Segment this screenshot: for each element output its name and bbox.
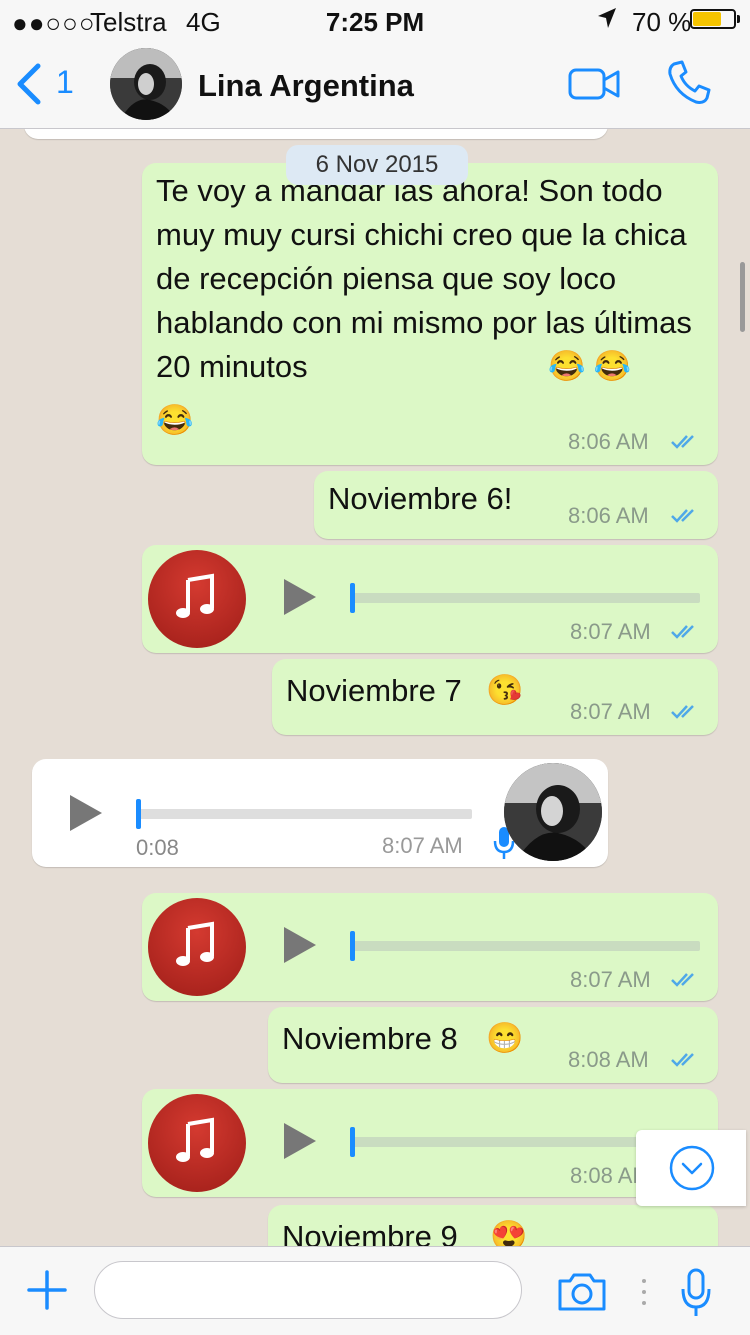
- music-note-icon: [148, 898, 246, 996]
- back-chevron-icon[interactable]: [14, 62, 44, 111]
- message-emoji-2: 😂: [156, 404, 194, 437]
- play-button[interactable]: [284, 579, 316, 615]
- message-time: 8:07 AM: [382, 833, 463, 858]
- battery-cap: [737, 15, 740, 23]
- music-note-icon: [148, 1094, 246, 1192]
- music-note-icon: [148, 550, 246, 648]
- read-ticks-icon: [671, 705, 694, 719]
- play-button[interactable]: [70, 795, 102, 831]
- status-bar: ●●○○○ Telstra 4G 7:25 PM 70 %: [0, 0, 750, 40]
- scroll-indicator: [740, 262, 745, 332]
- audio-message-bubble[interactable]: 8:07 AM: [142, 893, 718, 1001]
- chevron-down-icon: [669, 1145, 715, 1191]
- voice-duration: 0:08: [136, 835, 179, 860]
- message-bubble-outgoing[interactable]: Te voy a mandar las ahora! Son todo muy …: [142, 163, 718, 465]
- message-bubble-outgoing[interactable]: Noviembre 7 😘 8:07 AM: [272, 659, 718, 735]
- message-text: Noviembre 7: [286, 673, 462, 708]
- message-time: 8:06 AM: [568, 429, 649, 454]
- message-text: Noviembre 6!: [328, 481, 513, 516]
- sender-avatar: [504, 763, 602, 861]
- audio-message-bubble[interactable]: 8:08 AM: [142, 1089, 718, 1197]
- composer-bar: [0, 1246, 750, 1335]
- audio-progress-track[interactable]: [136, 809, 472, 819]
- message-bubble-outgoing[interactable]: Noviembre 9 😍: [268, 1205, 718, 1246]
- voice-call-icon[interactable]: [664, 58, 714, 113]
- read-ticks-icon: [671, 435, 694, 449]
- read-ticks-icon: [671, 625, 694, 639]
- previous-message-bubble: [24, 129, 608, 139]
- message-emoji: 😂 😂: [548, 350, 632, 383]
- message-time: 8:07 AM: [570, 699, 651, 724]
- chat-area[interactable]: Te voy a mandar las ahora! Son todo muy …: [0, 129, 750, 1246]
- audio-progress-track[interactable]: [350, 593, 700, 603]
- contact-avatar[interactable]: [110, 48, 182, 120]
- separator-dots: [640, 1277, 648, 1312]
- read-ticks-icon: [671, 509, 694, 523]
- audio-scrubber[interactable]: [350, 931, 355, 961]
- contact-name[interactable]: Lina Argentina: [198, 68, 414, 104]
- read-ticks-icon: [671, 973, 694, 987]
- message-emoji: 😁: [486, 1022, 524, 1055]
- message-input[interactable]: [94, 1261, 522, 1319]
- message-emoji: 😘: [486, 674, 524, 707]
- read-ticks-icon: [671, 1053, 694, 1067]
- message-bubble-outgoing[interactable]: Noviembre 6! 8:06 AM: [314, 471, 718, 539]
- message-time: 8:07 AM: [570, 967, 651, 992]
- scroll-to-bottom-button[interactable]: [636, 1130, 746, 1206]
- date-separator: 6 Nov 2015: [286, 145, 468, 185]
- voice-message-bubble-incoming[interactable]: 0:08 8:07 AM: [32, 759, 608, 867]
- audio-scrubber[interactable]: [350, 583, 355, 613]
- message-bubble-outgoing[interactable]: Noviembre 8 😁 8:08 AM: [268, 1007, 718, 1083]
- audio-scrubber[interactable]: [350, 1127, 355, 1157]
- audio-message-bubble[interactable]: 8:07 AM: [142, 545, 718, 653]
- play-button[interactable]: [284, 1123, 316, 1159]
- message-time: 8:07 AM: [570, 619, 651, 644]
- message-time: 8:06 AM: [568, 503, 649, 528]
- audio-scrubber[interactable]: [136, 799, 141, 829]
- video-call-icon[interactable]: [568, 66, 620, 107]
- battery-level: [693, 12, 721, 26]
- message-time: 8:08 AM: [568, 1047, 649, 1072]
- microphone-icon[interactable]: [680, 1267, 712, 1324]
- message-text: Noviembre 8: [282, 1021, 458, 1056]
- message-emoji: 😍: [490, 1220, 528, 1246]
- plus-icon[interactable]: [26, 1269, 68, 1316]
- location-arrow-icon: [596, 6, 618, 37]
- play-button[interactable]: [284, 927, 316, 963]
- battery-percent: 70 %: [632, 7, 692, 37]
- camera-icon[interactable]: [556, 1271, 608, 1318]
- back-unread-count[interactable]: 1: [56, 64, 74, 101]
- audio-progress-track[interactable]: [350, 941, 700, 951]
- chat-header: 1 Lina Argentina: [0, 40, 750, 129]
- message-text: Noviembre 9: [282, 1219, 458, 1246]
